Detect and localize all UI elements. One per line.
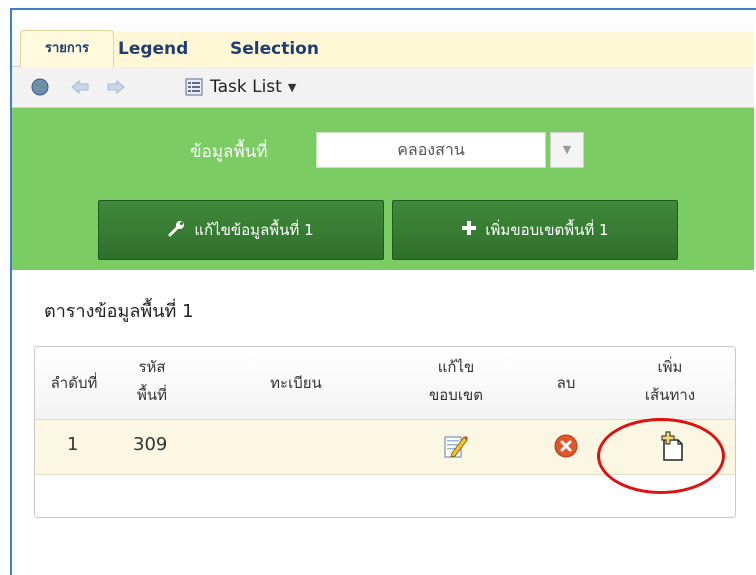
chevron-down-icon: ▼ — [562, 143, 572, 156]
header-add-route: เพิ่ม เส้นทาง — [625, 353, 715, 409]
header-edit-boundary: แก้ไข ขอบเขต — [411, 353, 501, 409]
tab-selection[interactable]: Selection — [230, 32, 319, 66]
header-edit-boundary-line2: ขอบเขต — [429, 386, 483, 404]
toolbar: Task List ▼ — [12, 67, 754, 108]
cell-seq: 1 — [67, 434, 79, 455]
header-area-code-line1: รหัส — [138, 358, 166, 376]
add-boundary-button[interactable]: เพิ่มขอบเขตพื้นที่ 1 — [392, 200, 678, 260]
task-list-label: Task List — [210, 77, 282, 97]
header-add-route-line2: เส้นทาง — [644, 386, 696, 404]
header-area-code-line2: พื้นที่ — [136, 386, 168, 404]
task-list-menu[interactable]: Task List ▼ — [184, 75, 296, 99]
add-boundary-button-label: เพิ่มขอบเขตพื้นที่ 1 — [485, 221, 609, 239]
area-select-dropdown-button[interactable]: ▼ — [550, 132, 584, 168]
delete-icon[interactable] — [554, 434, 578, 458]
header-area-code: รหัส พื้นที่ — [119, 353, 185, 409]
tab-legend[interactable]: Legend — [118, 32, 188, 66]
area-select[interactable]: คลองสาน — [316, 132, 546, 168]
highlight-circle — [597, 418, 725, 494]
header-registry: ทะเบียน — [270, 374, 322, 392]
forward-arrow-icon[interactable] — [106, 77, 126, 97]
back-arrow-icon[interactable] — [70, 77, 90, 97]
tab-items[interactable]: รายการ — [20, 30, 114, 69]
tab-bar: รายการ Legend Selection — [12, 10, 754, 69]
header-edit-boundary-line1: แก้ไข — [437, 358, 475, 376]
header-seq: ลำดับที่ — [50, 374, 98, 392]
area-filter-panel: ข้อมูลพื้นที่ คลองสาน ▼ แก้ไขข้อมูลพื้นท… — [12, 108, 754, 270]
edit-boundary-icon[interactable] — [443, 432, 469, 460]
section-title: ตารางข้อมูลพื้นที่ 1 — [44, 301, 194, 322]
task-list-icon — [184, 77, 204, 97]
tab-strip-background — [113, 32, 754, 67]
wrench-icon — [168, 219, 186, 241]
header-delete: ลบ — [556, 374, 576, 392]
edit-area-button[interactable]: แก้ไขข้อมูลพื้นที่ 1 — [98, 200, 384, 260]
header-add-route-line1: เพิ่ม — [657, 358, 683, 376]
area-filter-label: ข้อมูลพื้นที่ — [190, 142, 268, 162]
chevron-down-icon: ▼ — [287, 80, 297, 94]
cell-area-code: 309 — [133, 434, 168, 455]
table-header: ลำดับที่ รหัส พื้นที่ ทะเบียน แก้ไข ขอบเ… — [35, 347, 735, 420]
plus-icon — [461, 220, 477, 240]
edit-area-button-label: แก้ไขข้อมูลพื้นที่ 1 — [194, 221, 314, 239]
globe-icon[interactable] — [30, 77, 50, 97]
